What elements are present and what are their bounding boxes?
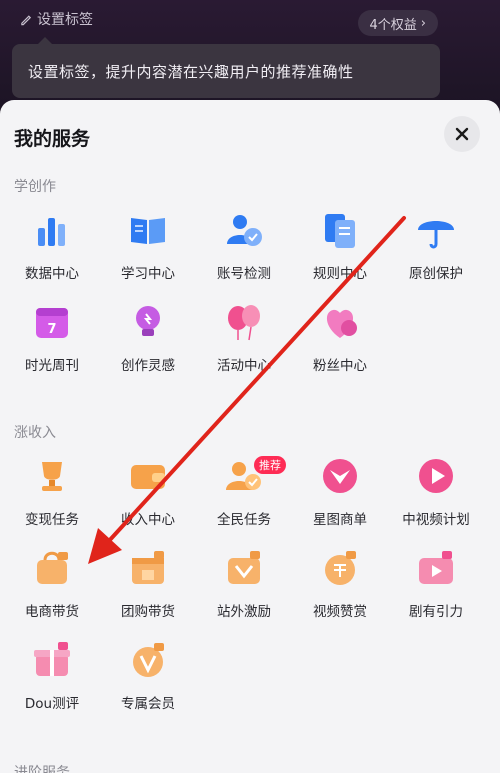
service-label: 星图商单 [313, 512, 367, 528]
service-learning-center[interactable]: 学习中心 [100, 206, 196, 286]
rights-label: 4个权益 [369, 17, 417, 33]
incentive-icon [222, 546, 266, 590]
rights-button[interactable]: 4个权益 › [357, 10, 438, 36]
service-video-reward[interactable]: 视频赞赏 [292, 544, 388, 624]
pencil-icon [21, 14, 32, 25]
service-drama-gravity[interactable]: 剧有引力 [388, 544, 484, 624]
service-monetize-task[interactable]: 变现任务 [4, 452, 100, 532]
tag-tooltip: 设置标签，提升内容潜在兴趣用户的推荐准确性 [12, 37, 440, 98]
drama-icon [414, 546, 458, 590]
service-activity-center[interactable]: 活动中心 [196, 298, 292, 378]
trophy-icon [30, 454, 74, 498]
service-income-center[interactable]: 收入中心 [100, 452, 196, 532]
service-label: Dou测评 [24, 696, 80, 712]
service-fans-center[interactable]: 粉丝中心 [292, 298, 388, 378]
balloon-icon [222, 300, 266, 344]
set-tag-label: 设置标签 [37, 12, 93, 28]
service-label: 账号检测 [217, 266, 271, 282]
service-label: 粉丝中心 [313, 358, 367, 374]
heart-icon [318, 300, 362, 344]
recommend-badge: 推荐 [254, 456, 286, 474]
services-sheet: 我的服务 学创作 数据中心 学习中心 账号检测 规则中心 原创保护 7 时光周刊… [0, 100, 500, 773]
top-bar: 设置标签 4个权益 › 设置标签，提升内容潜在兴趣用户的推荐准确性 [0, 0, 500, 110]
service-star-map-order[interactable]: 星图商单 [292, 452, 388, 532]
tooltip-text: 设置标签，提升内容潜在兴趣用户的推荐准确性 [28, 62, 354, 81]
sheet-title: 我的服务 [14, 128, 91, 150]
service-label: 创作灵感 [121, 358, 175, 374]
service-label: 电商带货 [25, 604, 79, 620]
gift-box-icon [30, 638, 74, 682]
wallet-icon [126, 454, 170, 498]
service-label: 收入中心 [121, 512, 175, 528]
service-inspiration[interactable]: 创作灵感 [100, 298, 196, 378]
service-label: 全民任务 [217, 512, 271, 528]
service-label: 原创保护 [409, 266, 463, 282]
service-weekly[interactable]: 7 时光周刊 [4, 298, 100, 378]
open-book-icon [126, 208, 170, 252]
bar-chart-icon [30, 208, 74, 252]
service-label: 团购带货 [121, 604, 175, 620]
service-offsite-incentive[interactable]: 站外激励 [196, 544, 292, 624]
service-mid-video-plan[interactable]: 中视频计划 [388, 452, 484, 532]
set-tag-button[interactable]: 设置标签 [12, 6, 101, 32]
reward-coin-icon [318, 546, 362, 590]
rules-document-icon [318, 208, 362, 252]
group-buy-icon [126, 546, 170, 590]
vip-member-icon [126, 638, 170, 682]
section-label-advanced: 进阶服务 [14, 765, 70, 773]
chevron-right-icon: › [420, 15, 426, 31]
service-label: 数据中心 [25, 266, 79, 282]
star-map-icon [318, 454, 362, 498]
close-icon [455, 127, 469, 141]
close-button[interactable] [444, 116, 480, 152]
service-group-buy[interactable]: 团购带货 [100, 544, 196, 624]
account-check-icon [222, 208, 266, 252]
service-original-protection[interactable]: 原创保护 [388, 206, 484, 286]
service-label: 视频赞赏 [313, 604, 367, 620]
svg-text:7: 7 [47, 322, 56, 337]
play-video-icon [414, 454, 458, 498]
service-dou-review[interactable]: Dou测评 [4, 636, 100, 716]
service-ecommerce[interactable]: 电商带货 [4, 544, 100, 624]
service-label: 中视频计划 [402, 512, 470, 528]
service-data-center[interactable]: 数据中心 [4, 206, 100, 286]
service-label: 活动中心 [217, 358, 271, 374]
umbrella-icon [414, 208, 458, 252]
service-label: 时光周刊 [25, 358, 79, 374]
service-exclusive-member[interactable]: 专属会员 [100, 636, 196, 716]
calendar-icon: 7 [30, 300, 74, 344]
lightbulb-icon [126, 300, 170, 344]
service-account-check[interactable]: 账号检测 [196, 206, 292, 286]
shopping-bag-icon [30, 546, 74, 590]
service-rules-center[interactable]: 规则中心 [292, 206, 388, 286]
service-label: 剧有引力 [409, 604, 463, 620]
service-label: 学习中心 [121, 266, 175, 282]
service-label: 专属会员 [121, 696, 175, 712]
service-label: 变现任务 [25, 512, 79, 528]
section-label-create: 学创作 [14, 179, 56, 195]
section-label-income: 涨收入 [14, 425, 56, 441]
service-label: 规则中心 [313, 266, 367, 282]
service-label: 站外激励 [217, 604, 271, 620]
